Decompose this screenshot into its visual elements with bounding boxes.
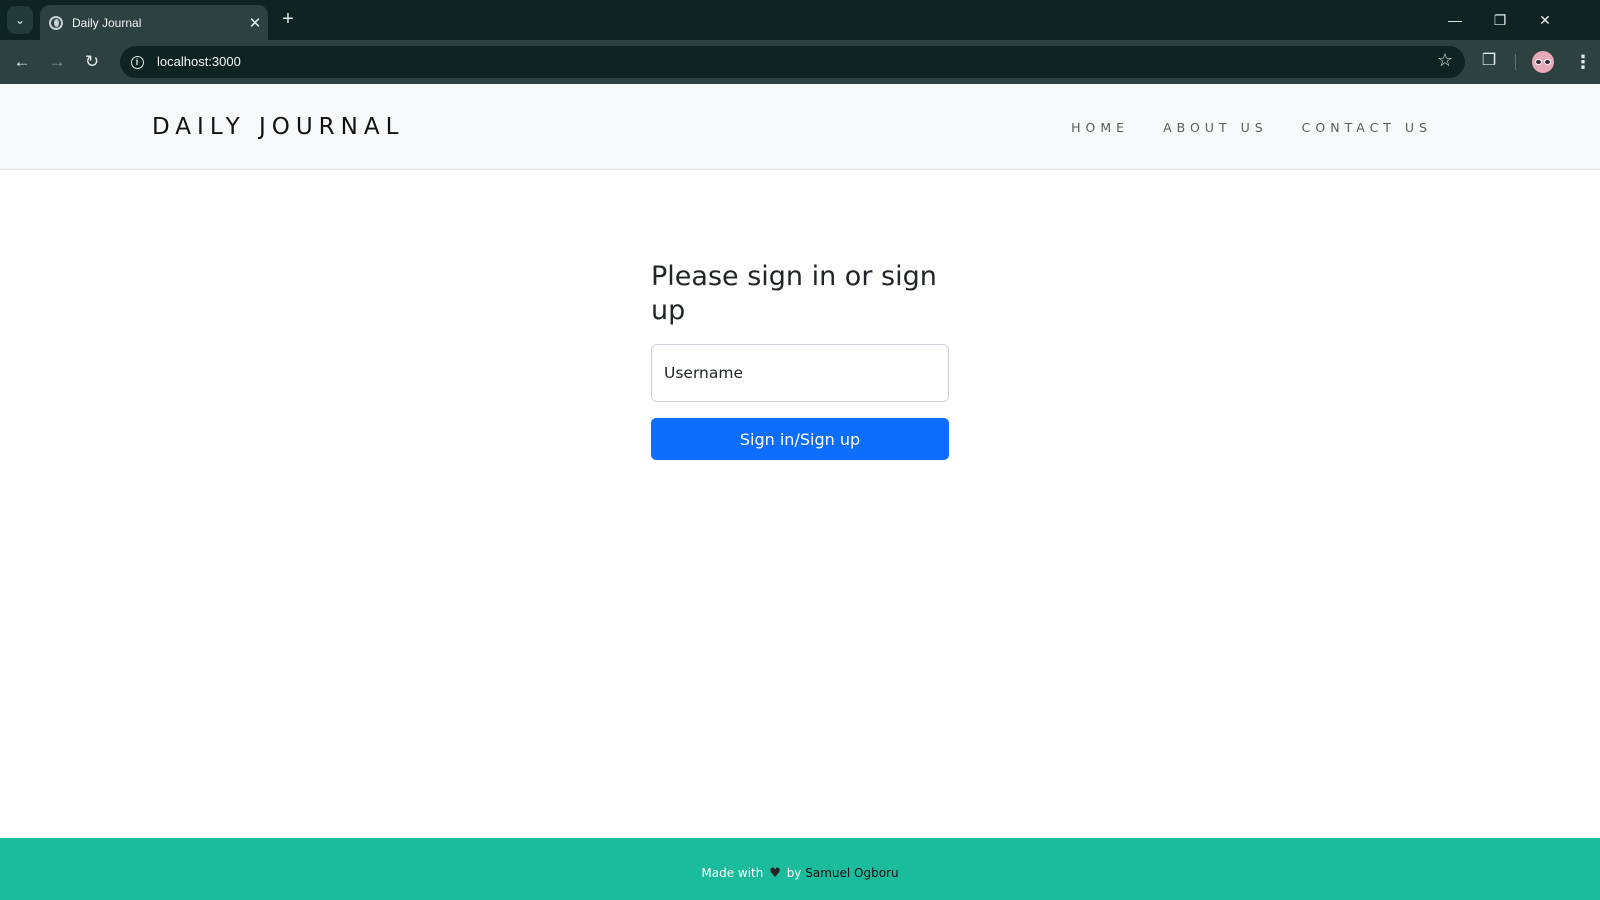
brand-logo[interactable]: DAILY JOURNAL — [152, 114, 404, 140]
username-input[interactable] — [651, 344, 949, 402]
tab-title: Daily Journal — [72, 15, 142, 30]
restore-icon[interactable]: ❐ — [1485, 8, 1515, 32]
profile-avatar[interactable] — [1532, 51, 1554, 73]
tab-search-chevron-down-icon[interactable]: ⌄ — [7, 6, 33, 34]
minimize-icon[interactable]: — — [1440, 8, 1470, 32]
browser-tab[interactable]: Daily Journal ✕ — [40, 5, 268, 40]
window-close-icon[interactable]: ✕ — [1530, 8, 1560, 32]
footer-text: Made with ♥ by Samuel Ogboru — [701, 866, 898, 881]
info-icon[interactable]: i — [126, 51, 148, 73]
bookmark-star-icon[interactable]: ☆ — [1437, 50, 1453, 71]
extensions-puzzle-icon[interactable]: ❒ — [1478, 50, 1500, 72]
new-tab-plus-icon[interactable]: + — [276, 8, 300, 32]
page-content: DAILY JOURNAL HOME ABOUT US CONTACT US P… — [0, 84, 1600, 900]
reload-icon[interactable]: ↻ — [80, 50, 104, 74]
back-arrow-left-icon[interactable]: ← — [10, 50, 34, 74]
url-text[interactable]: localhost:3000 — [157, 54, 241, 69]
sign-in-button[interactable]: Sign in/Sign up — [651, 418, 949, 460]
close-icon[interactable]: ✕ — [242, 14, 268, 32]
menu-kebab-icon[interactable]: ⋮ — [1574, 50, 1592, 74]
sign-in-form: Please sign in or sign up Sign in/Sign u… — [651, 260, 949, 460]
nav-link-contact-us[interactable]: CONTACT US — [1302, 120, 1432, 135]
form-title: Please sign in or sign up — [651, 261, 937, 326]
forward-arrow-right-icon[interactable]: → — [45, 50, 69, 74]
nav-link-home[interactable]: HOME — [1071, 120, 1129, 135]
main-nav: HOME ABOUT US CONTACT US — [1071, 120, 1432, 135]
footer-made-with: Made with — [701, 866, 764, 880]
address-bar[interactable]: i localhost:3000 ☆ — [120, 46, 1465, 78]
browser-toolbar: ← → ↻ i localhost:3000 ☆ ❒ ⋮ — [0, 40, 1600, 84]
toolbar-divider — [1515, 54, 1516, 70]
author-link[interactable]: Samuel Ogboru — [805, 866, 898, 880]
globe-icon — [49, 15, 63, 30]
site-header: DAILY JOURNAL HOME ABOUT US CONTACT US — [0, 84, 1600, 170]
browser-tabstrip: ⌄ Daily Journal ✕ + — ❐ ✕ — [0, 0, 1600, 40]
heart-icon: ♥ — [769, 866, 781, 881]
footer-by: by — [786, 866, 802, 880]
site-footer: Made with ♥ by Samuel Ogboru — [0, 838, 1600, 900]
nav-link-about-us[interactable]: ABOUT US — [1163, 120, 1268, 135]
